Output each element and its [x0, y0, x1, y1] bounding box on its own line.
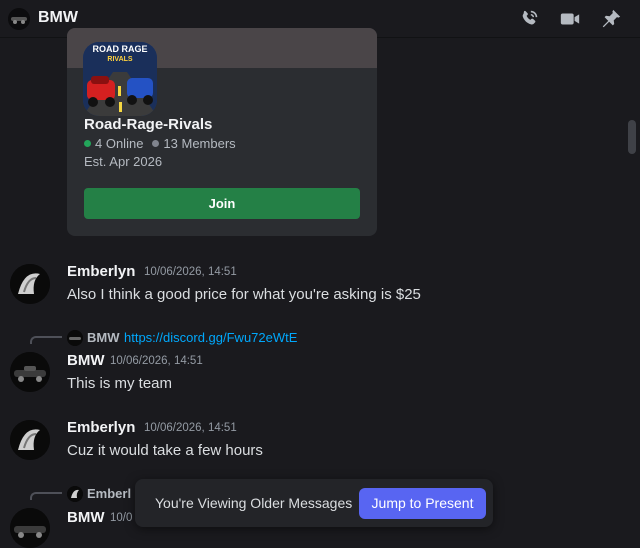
server-invite-card: ROAD RAGE RIVALS Road-Rage-Rivals 4 Onli…	[67, 28, 377, 236]
reply-connector	[30, 336, 62, 344]
online-dot	[84, 140, 91, 147]
message-content: Cuz it would take a few hours	[67, 442, 263, 459]
message-timestamp: 10/06/2026, 14:51	[144, 422, 237, 434]
avatar[interactable]	[10, 420, 50, 460]
channel-title: BMW	[38, 9, 78, 26]
reply-avatar	[67, 330, 83, 346]
jump-to-present-button[interactable]: Jump to Present	[359, 488, 486, 519]
scrollbar-thumb[interactable]	[628, 120, 636, 154]
banner-title: ROAD RAGE	[92, 44, 147, 54]
reply-author[interactable]: Emberl	[87, 486, 131, 501]
phone-icon[interactable]	[518, 8, 540, 30]
established-date: Est. Apr 2026	[84, 154, 163, 169]
video-icon[interactable]	[559, 8, 581, 30]
join-button[interactable]: Join	[84, 188, 360, 219]
dm-avatar[interactable]	[8, 8, 30, 30]
reply-author[interactable]: BMW	[87, 330, 120, 345]
avatar[interactable]	[10, 264, 50, 304]
members-dot	[152, 140, 160, 147]
message-timestamp: 10/06/2026, 14:51	[110, 355, 203, 367]
message-author[interactable]: Emberlyn	[67, 263, 135, 280]
online-count: 4 Online	[95, 136, 144, 151]
message-author[interactable]: Emberlyn	[67, 419, 135, 436]
reply-connector	[30, 492, 62, 500]
pin-icon[interactable]	[600, 8, 622, 30]
server-name: Road-Rage-Rivals	[84, 116, 213, 133]
reply-preview-link[interactable]: https://discord.gg/Fwu72eWtE	[124, 330, 297, 345]
avatar[interactable]	[10, 508, 50, 548]
older-messages-text: You're Viewing Older Messages	[155, 495, 353, 511]
message-content: This is my team	[67, 375, 173, 392]
older-messages-bar: You're Viewing Older Messages Jump to Pr…	[135, 479, 493, 527]
message-content: Also I think a good price for what you'r…	[67, 286, 421, 303]
message-author[interactable]: BMW	[67, 352, 105, 369]
server-stats: 4 Online 13 Members	[84, 136, 236, 151]
avatar[interactable]	[10, 352, 50, 392]
server-icon[interactable]: ROAD RAGE RIVALS	[83, 42, 157, 116]
banner-subtitle: RIVALS	[107, 56, 132, 63]
reply-avatar	[67, 486, 83, 502]
message-timestamp: 10/06/2026, 14:51	[144, 266, 237, 278]
message-author[interactable]: BMW	[67, 509, 105, 526]
member-count: 13 Members	[163, 136, 236, 151]
message-timestamp: 10/0	[110, 512, 133, 524]
